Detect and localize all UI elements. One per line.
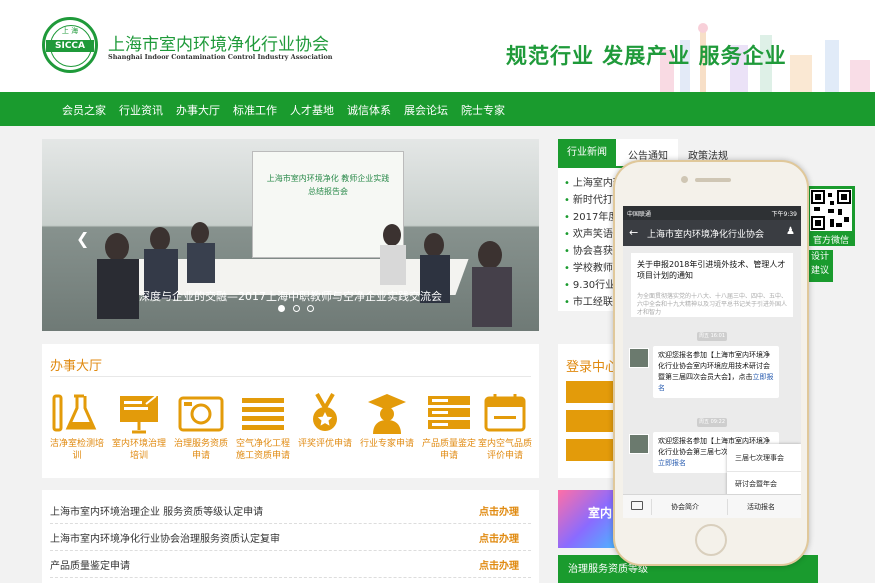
service-expert-application[interactable]: 行业专家申请 [356, 392, 418, 450]
service-air-quality[interactable]: 室内空气品质评价申请 [474, 392, 536, 462]
timestamp: 周五 09:22 [697, 418, 727, 427]
list-item[interactable]: 上海市室内环境治理企业 服务资质等级认定申请 点击办理 [50, 496, 531, 524]
article-title: 关于申报2018年引进境外技术、管理人才项目计划的通知 [637, 260, 786, 280]
medal-icon [313, 393, 337, 431]
service-hall-title: 办事大厅 [50, 359, 103, 374]
org-name-cn: 上海市室内环境净化行业协会 [108, 35, 329, 55]
nav-item-talent-base[interactable]: 人才基地 [290, 102, 334, 118]
apply-link[interactable]: 点击办理 [479, 530, 519, 545]
carrier-label: 中国联通 [627, 211, 652, 218]
login-title: 登录中心 [566, 360, 619, 375]
service-indoor-treatment-training[interactable]: 室内环境治理培训 [108, 392, 170, 462]
popup-item[interactable]: 三届七次理事会 [735, 453, 784, 463]
carousel-dot-2[interactable] [292, 305, 300, 312]
camera-icon [178, 396, 224, 432]
presentation-icon [120, 395, 158, 434]
divider [727, 499, 728, 515]
nav-item-standards[interactable]: 标准工作 [233, 102, 277, 118]
suggestion-button[interactable]: 设计建议 [807, 250, 833, 282]
menu-item-about[interactable]: 协会简介 [671, 502, 699, 512]
nav-item-expo-forum[interactable]: 展会论坛 [404, 102, 448, 118]
divider [727, 471, 801, 472]
popup-item[interactable]: 研讨会暨年会 [735, 479, 777, 489]
menu-popup: 三届七次理事会 研讨会暨年会 [727, 444, 801, 498]
register-link[interactable]: 立即报名 [658, 459, 686, 467]
qr-label: 官方微信 [812, 236, 849, 246]
service-label: 治理服务资质申请 [173, 439, 228, 461]
apply-link[interactable]: 点击办理 [479, 503, 519, 518]
application-title: 上海市室内环境治理企业 服务资质等级认定申请 [50, 507, 264, 518]
service-label: 洁净室检测培训 [49, 439, 104, 461]
wechat-title-bar: ← 上海市室内环境净化行业协会 ♟ [623, 220, 801, 246]
projection-screen-title: 上海市室内环境净化 教师企业实践总结报告会 [266, 174, 390, 196]
slogan: 规范行业 发展产业 服务企业 [506, 44, 787, 68]
logo-text: SICCA [46, 40, 94, 52]
service-hall-panel: 办事大厅 洁净室检测培训 室内环境治理培训 治理服务资质申请 空气净化工程施工资… [42, 344, 539, 478]
clock-label: 下午9:39 [771, 211, 797, 218]
lines-icon [242, 398, 284, 430]
service-cleanroom-training[interactable]: 洁净室检测培训 [46, 392, 108, 462]
avatar [629, 434, 649, 454]
status-bar: 中国联通 下午9:39 [623, 206, 801, 220]
photo-carousel[interactable]: 上海市室内环境净化 教师企业实践总结报告会 ❮ 深度与企业的交融—2017上海中… [42, 139, 539, 331]
main-nav: 会员之家 行业资讯 办事大厅 标准工作 人才基地 诚信体系 展会论坛 院士专家 [0, 92, 875, 126]
service-treatment-qualification[interactable]: 治理服务资质申请 [170, 392, 232, 462]
list-item[interactable]: 产品质量鉴定申请 点击办理 [50, 550, 531, 578]
flask-icon [52, 394, 97, 432]
menu-item-register[interactable]: 活动报名 [747, 502, 775, 512]
apply-link[interactable]: 点击办理 [479, 557, 519, 572]
list-item[interactable]: 上海市室内环境净化行业协会治理服务资质认定复审 点击办理 [50, 523, 531, 551]
service-label: 产品质量鉴定申请 [421, 439, 476, 461]
service-label: 室内空气品质评价申请 [477, 439, 532, 461]
phone-mockup: 中国联通 下午9:39 ← 上海市室内环境净化行业协会 ♟ 关于申报2018年引… [613, 160, 809, 566]
calendar-icon [484, 394, 526, 432]
divider [651, 499, 652, 515]
service-purification-construction[interactable]: 空气净化工程施工资质申请 [232, 392, 294, 462]
service-label: 室内环境治理培训 [111, 439, 166, 461]
server-icon [428, 396, 470, 429]
wechat-bottom-menu: 协会简介 活动报名 [623, 494, 801, 518]
service-label: 评奖评优申请 [297, 439, 352, 449]
message-bubble: 欢迎您报名参加【上海市室内环境净化行业协会室内环境应用技术研讨会暨第三届四次会员… [653, 346, 779, 398]
graduate-icon [368, 394, 406, 434]
article-summary: 为全面贯彻落实党的十八大、十八届三中、四中、五中、六中全会和十九大精神以及习近平… [637, 293, 788, 316]
logo-top-text: 上 海 [61, 27, 79, 35]
divider [50, 376, 531, 377]
service-label: 行业专家申请 [359, 439, 414, 449]
org-name-en: Shanghai Indoor Contamination Control In… [108, 53, 333, 61]
profile-icon[interactable]: ♟ [786, 226, 795, 237]
wechat-screen: 中国联通 下午9:39 ← 上海市室内环境净化行业协会 ♟ 关于申报2018年引… [623, 206, 801, 518]
phone-earpiece [695, 178, 731, 182]
application-list: 上海市室内环境治理企业 服务资质等级认定申请 点击办理 上海市室内环境净化行业协… [42, 490, 539, 583]
application-title: 上海市室内环境净化行业协会治理服务资质认定复审 [50, 534, 280, 545]
keyboard-icon[interactable] [631, 501, 643, 510]
site-header: 上 海 SICCA 上海市室内环境净化行业协会 Shanghai Indoor … [0, 0, 875, 92]
tab-industry-news[interactable]: 行业新闻 [558, 139, 616, 166]
phone-camera [681, 176, 688, 183]
nav-item-industry-news[interactable]: 行业资讯 [119, 102, 163, 118]
timestamp: 周五 16:01 [697, 332, 727, 341]
carousel-dot-3[interactable] [307, 305, 314, 312]
association-logo[interactable]: 上 海 SICCA [42, 17, 98, 73]
avatar [629, 348, 649, 368]
back-arrow-icon[interactable]: ← [629, 226, 638, 239]
nav-item-members[interactable]: 会员之家 [62, 102, 106, 118]
carousel-dots [276, 302, 316, 315]
account-title: 上海市室内环境净化行业协会 [647, 230, 765, 240]
wechat-qr-box[interactable]: 官方微信 [807, 186, 855, 246]
qr-code-icon [810, 189, 852, 231]
service-label: 空气净化工程施工资质申请 [235, 439, 290, 461]
nav-item-academicians[interactable]: 院士专家 [461, 102, 505, 118]
home-button[interactable] [695, 524, 727, 556]
article-card[interactable]: 关于申报2018年引进境外技术、管理人才项目计划的通知 为全面贯彻落实党的十八大… [631, 253, 793, 317]
carousel-dot-1[interactable] [278, 305, 285, 312]
nav-item-service-hall[interactable]: 办事大厅 [176, 102, 220, 118]
service-product-quality[interactable]: 产品质量鉴定申请 [418, 392, 480, 462]
service-award-application[interactable]: 评奖评优申请 [294, 392, 356, 450]
carousel-prev-arrow-icon[interactable]: ❮ [76, 229, 89, 248]
promo-text: 室内 [588, 506, 613, 520]
application-title: 产品质量鉴定申请 [50, 561, 130, 572]
nav-item-credit-system[interactable]: 诚信体系 [347, 102, 391, 118]
